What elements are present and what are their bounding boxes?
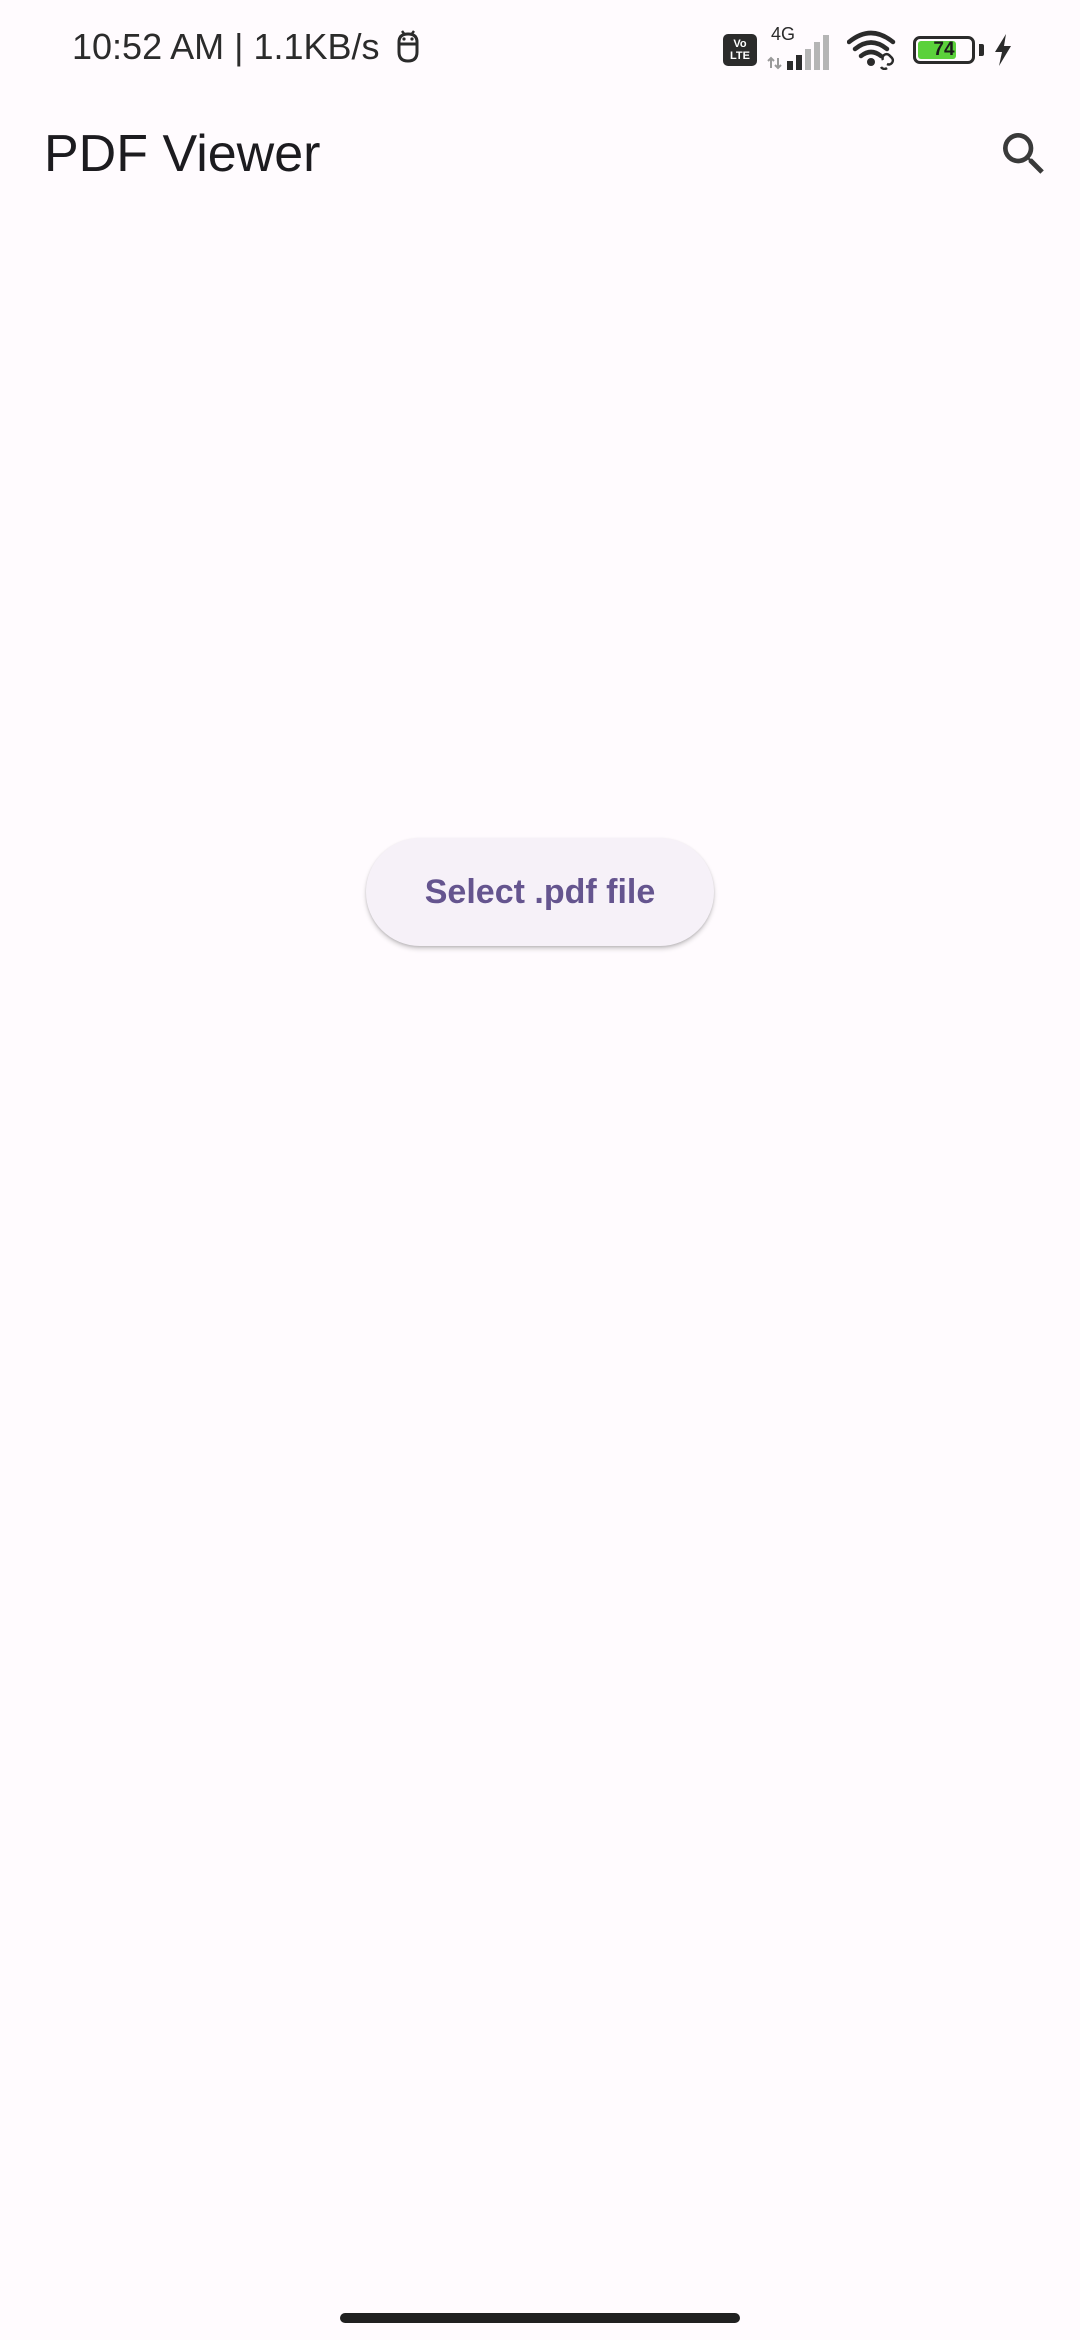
wifi-icon xyxy=(847,30,896,70)
select-pdf-button[interactable]: Select .pdf file xyxy=(366,838,714,946)
status-left: 10:52 AM | 1.1KB/s xyxy=(72,26,422,68)
signal-icon xyxy=(767,35,829,70)
charging-icon xyxy=(995,34,1011,66)
search-icon xyxy=(1003,133,1044,174)
status-bar: 10:52 AM | 1.1KB/s Vo LTE 4G 74 xyxy=(0,0,1080,100)
battery-tip xyxy=(979,44,984,56)
page-title: PDF Viewer xyxy=(44,125,321,183)
home-indicator[interactable] xyxy=(340,2313,740,2323)
battery-icon: 74 xyxy=(913,36,975,64)
volte-label-top: Vo xyxy=(733,38,747,50)
network-speed: 1.1KB/s xyxy=(253,26,380,67)
battery-level: 74 xyxy=(933,39,955,60)
status-separator: | xyxy=(234,26,244,67)
volte-label-bottom: LTE xyxy=(730,50,750,62)
debug-icon xyxy=(397,30,419,63)
app-bar: PDF Viewer xyxy=(0,100,1080,208)
search-button[interactable] xyxy=(986,116,1062,192)
status-time: 10:52 AM xyxy=(72,26,225,67)
signal-indicator: 4G xyxy=(767,24,833,72)
volte-icon: Vo LTE xyxy=(723,34,757,66)
status-right: Vo LTE 4G 74 xyxy=(723,24,1014,72)
